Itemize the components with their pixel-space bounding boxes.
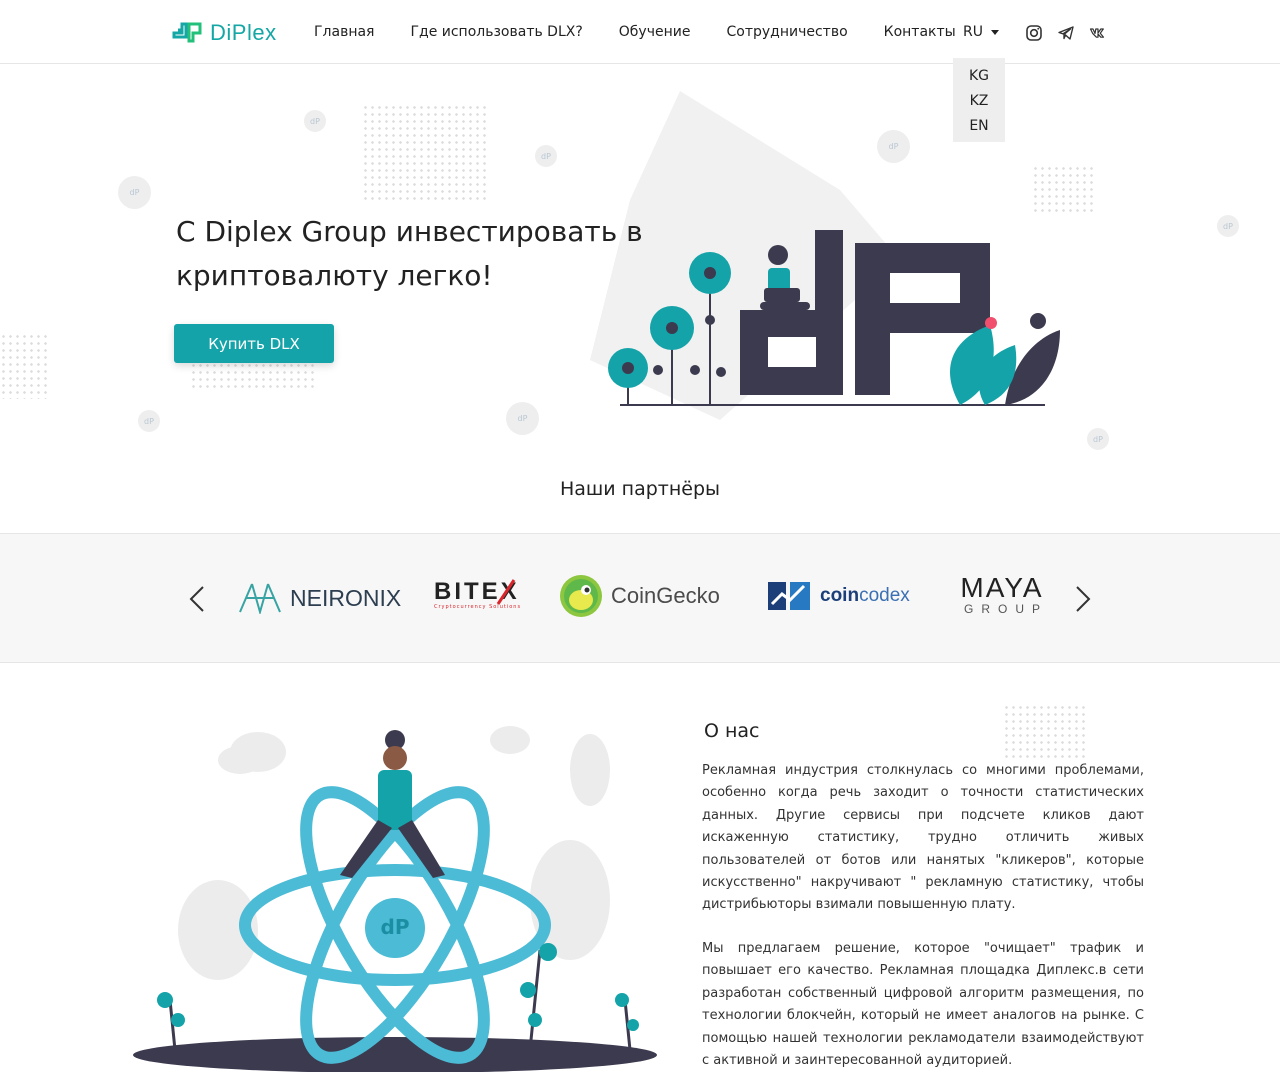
buy-dlx-button[interactable]: Купить DLX [174,324,334,363]
vk-icon [1089,28,1105,38]
partner-tagline: Cryptocurrency Solutions [434,604,522,610]
dot-pattern [190,362,318,392]
nav-item-cooperation[interactable]: Сотрудничество [726,24,847,40]
chevron-left-icon[interactable] [183,584,213,614]
bitex-x-mark-icon [496,579,515,605]
nav-item-where-to-use[interactable]: Где использовать DLX? [410,24,582,40]
dot-pattern [0,333,48,399]
instagram-icon [1026,25,1042,41]
logo-text: DiPlex [210,20,277,45]
partners-title: Наши партнёры [559,478,721,500]
language-selector[interactable]: RU [963,24,999,40]
telegram-icon [1058,26,1074,40]
main-nav: Главная Где использовать DLX? Обучение С… [314,24,992,40]
nav-item-learning[interactable]: Обучение [619,24,691,40]
chevron-right-icon[interactable] [1067,584,1097,614]
coin-icon: dP [535,145,557,167]
partner-subname: GROUP [964,602,1049,616]
coincodex-logo-icon [768,582,810,610]
logo[interactable]: DiPlex [172,20,277,46]
about-paragraph-2: Мы предлагаем решение, которое "очищает"… [702,941,1144,1069]
dot-pattern [1003,704,1089,762]
coin-icon: dP [1087,428,1109,450]
partner-logo-coingecko[interactable]: CoinGecko [559,574,720,618]
coin-icon: dP [1217,215,1239,237]
partner-name-light: codex [859,585,910,606]
about-illustration: dP [133,726,657,1072]
coin-icon: dP [138,410,160,432]
partner-logo-bitex[interactable]: BITEX Cryptocurrency Solutions [434,578,521,610]
about-paragraph-1: Рекламная индустрия столкнулась со многи… [702,763,1144,913]
language-option-kg[interactable]: KG [953,64,1005,89]
site-header: DiPlex Главная Где использовать DLX? Обу… [0,0,1280,64]
partner-name: MAYA [960,572,1044,603]
neironix-logo-icon [239,583,281,614]
hero-title: С Diplex Group инвестировать в криптовал… [176,215,643,292]
svg-text:dP: dP [381,915,410,939]
coin-icon: dP [506,402,539,435]
caret-down-icon [990,29,999,35]
nav-item-contacts[interactable]: Контакты [884,24,956,40]
vk-link[interactable] [1089,24,1107,46]
partners-carousel: NEIRONIX BITEX Cryptocurrency Solutions … [0,533,1280,663]
partner-name: CoinGecko [611,583,720,608]
telegram-link[interactable] [1057,24,1075,46]
diplex-logo-icon [172,22,202,43]
partner-name: NEIRONIX [290,584,402,611]
nav-item-home[interactable]: Главная [314,24,374,40]
partner-logo-coincodex[interactable]: coincodex [766,578,910,614]
coingecko-gecko-icon [560,575,602,617]
partner-logo-maya[interactable]: MAYA GROUP [956,572,1049,617]
partner-name-bold: coin [820,585,860,606]
coin-icon: dP [304,110,326,132]
about-title: О нас [704,720,760,742]
language-current: RU [963,24,983,40]
dot-pattern [362,104,490,202]
partner-logo-neironix[interactable]: NEIRONIX [238,582,401,614]
instagram-link[interactable] [1025,24,1043,46]
coin-icon: dP [118,176,151,209]
